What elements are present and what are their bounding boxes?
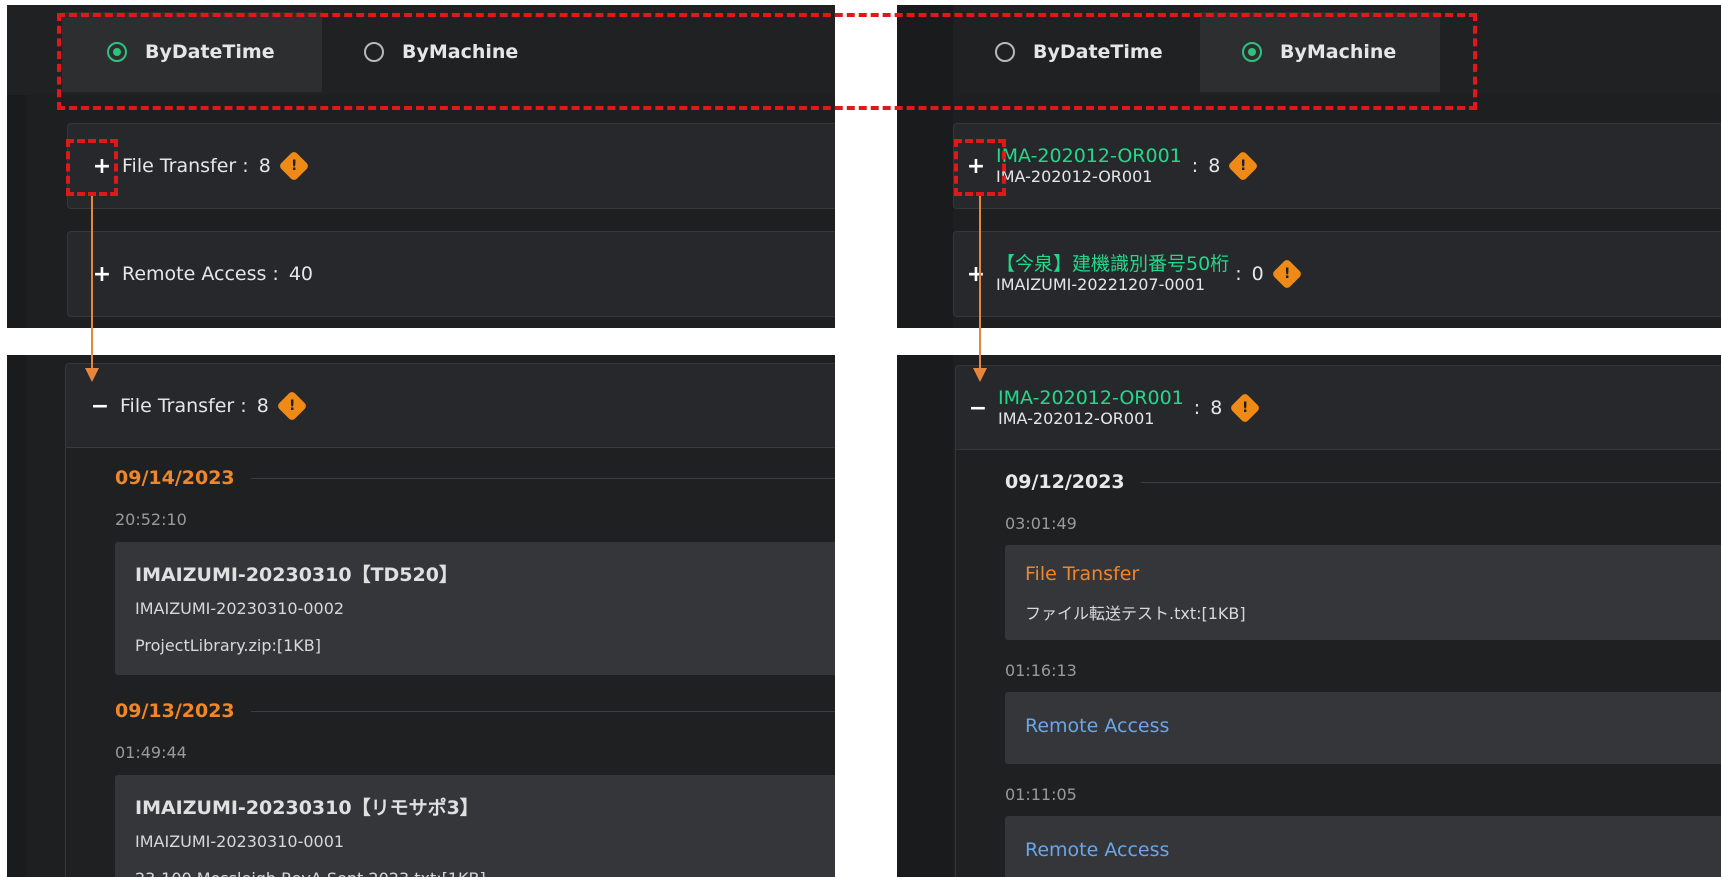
machine-identity: IMA-202012-OR001 IMA-202012-OR001 xyxy=(998,386,1184,428)
event-type: File Transfer xyxy=(1025,563,1140,585)
event-card[interactable]: Remote Access xyxy=(1005,816,1721,877)
panel-bydatetime-expanded: − File Transfer : 8 ! 09/14/2023 20:52:1… xyxy=(7,355,835,877)
separator: : xyxy=(1193,397,1201,419)
event-card[interactable]: IMAIZUMI-20230310【TD520】 IMAIZUMI-202303… xyxy=(115,542,835,675)
event-file: ProjectLibrary.zip:[1KB] xyxy=(135,636,322,655)
separator: : xyxy=(1191,155,1199,177)
highlight-plus-left xyxy=(66,139,118,196)
group-row-file-transfer-expanded[interactable]: − File Transfer : 8 ! xyxy=(65,363,835,448)
machine-name: IMA-202012-OR001 xyxy=(996,144,1182,167)
warning-icon: ! xyxy=(278,150,310,182)
date-divider xyxy=(250,710,835,712)
machine-name: 【今泉】建機識別番号50桁 xyxy=(996,252,1230,275)
group-count: 8 xyxy=(258,155,271,177)
date-header: 09/13/2023 xyxy=(115,700,835,722)
event-type: Remote Access xyxy=(1025,839,1170,861)
event-machine-name: IMAIZUMI-20230310【TD520】 xyxy=(135,564,458,586)
event-time: 20:52:10 xyxy=(115,510,187,529)
separator: : xyxy=(1235,263,1242,285)
machine-name: IMA-202012-OR001 xyxy=(998,386,1184,409)
warning-icon: ! xyxy=(1229,392,1261,424)
left-gutter xyxy=(897,355,953,877)
event-file: 23-100 Mossleigh RevA Sept 2023.txt:[1KB… xyxy=(135,869,486,877)
collapse-minus-icon[interactable]: − xyxy=(958,396,998,421)
highlight-tab-bar xyxy=(57,13,1477,110)
machine-id: IMA-202012-OR001 xyxy=(998,408,1155,428)
group-row-remote-access[interactable]: + Remote Access : 40 xyxy=(67,231,835,317)
event-card[interactable]: IMAIZUMI-20230310【リモサポ3】 IMAIZUMI-202303… xyxy=(115,775,835,877)
machine-identity: IMA-202012-OR001 IMA-202012-OR001 xyxy=(996,144,1182,186)
date-label: 09/13/2023 xyxy=(115,700,235,722)
date-divider xyxy=(250,477,835,479)
date-label: 09/14/2023 xyxy=(115,467,235,489)
date-header: 09/14/2023 xyxy=(115,467,835,489)
expand-plus-icon[interactable]: + xyxy=(82,262,122,287)
event-time: 01:49:44 xyxy=(115,743,187,762)
event-file: ファイル転送テスト.txt:[1KB] xyxy=(1025,604,1246,623)
group-count: 40 xyxy=(288,263,314,285)
event-card[interactable]: File Transfer ファイル転送テスト.txt:[1KB] xyxy=(1005,545,1721,640)
machine-row[interactable]: + IMA-202012-OR001 IMA-202012-OR001 : 8 … xyxy=(953,123,1721,209)
machine-count: 8 xyxy=(1208,155,1221,177)
event-machine-id: IMAIZUMI-20230310-0001 xyxy=(135,832,345,851)
warning-icon: ! xyxy=(1271,258,1303,290)
event-time: 01:16:13 xyxy=(1005,661,1077,680)
group-label: File Transfer : xyxy=(120,395,247,417)
event-type: Remote Access xyxy=(1025,715,1170,737)
date-label: 09/12/2023 xyxy=(1005,471,1125,493)
machine-row[interactable]: + 【今泉】建機識別番号50桁 IMAIZUMI-20221207-0001 :… xyxy=(953,231,1721,317)
machine-count: 8 xyxy=(1210,397,1223,419)
date-divider xyxy=(1140,481,1721,483)
warning-icon: ! xyxy=(276,390,308,422)
event-machine-id: IMAIZUMI-20230310-0002 xyxy=(135,599,345,618)
event-machine-name: IMAIZUMI-20230310【リモサポ3】 xyxy=(135,797,479,819)
panel-bymachine-expanded: − IMA-202012-OR001 IMA-202012-OR001 : 8 … xyxy=(897,355,1721,877)
event-time: 01:11:05 xyxy=(1005,785,1077,804)
expand-plus-icon[interactable]: + xyxy=(956,262,996,287)
group-row-file-transfer[interactable]: + File Transfer : 8 ! xyxy=(67,123,835,209)
group-label: File Transfer : xyxy=(122,155,249,177)
left-gutter xyxy=(7,355,27,877)
machine-count: 0 xyxy=(1251,263,1264,285)
event-card[interactable]: Remote Access xyxy=(1005,692,1721,764)
machine-row-expanded[interactable]: − IMA-202012-OR001 IMA-202012-OR001 : 8 … xyxy=(955,365,1721,450)
machine-identity: 【今泉】建機識別番号50桁 IMAIZUMI-20221207-0001 xyxy=(996,252,1230,294)
machine-id: IMA-202012-OR001 xyxy=(996,166,1153,186)
group-count: 8 xyxy=(256,395,269,417)
highlight-plus-right xyxy=(954,139,1006,196)
machine-id: IMAIZUMI-20221207-0001 xyxy=(996,274,1206,294)
date-header: 09/12/2023 xyxy=(1005,471,1721,493)
group-label: Remote Access : xyxy=(122,263,279,285)
event-time: 03:01:49 xyxy=(1005,514,1077,533)
warning-icon: ! xyxy=(1227,150,1259,182)
collapse-minus-icon[interactable]: − xyxy=(80,394,120,419)
